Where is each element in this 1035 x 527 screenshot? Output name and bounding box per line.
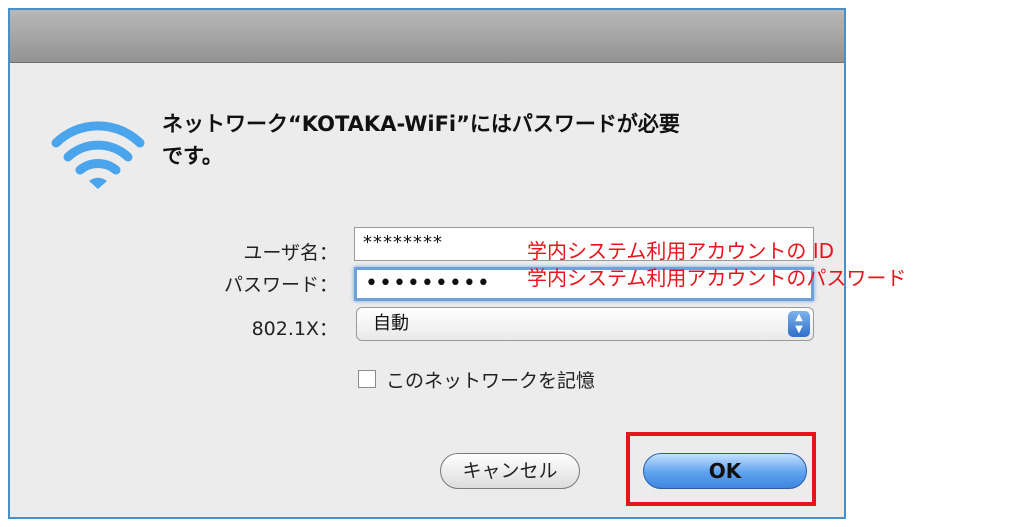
up-down-arrows-icon: ▲ ▼ [788, 311, 810, 337]
remember-network-label: このネットワークを記憶 [386, 369, 596, 392]
username-label: ユーザ名： [243, 242, 338, 264]
password-annotation: 学内システム利用アカウントのパスワード [527, 266, 907, 290]
ok-button-highlight [626, 432, 816, 506]
window-titlebar[interactable] [10, 10, 844, 63]
dot1x-selected-value: 自動 [373, 313, 409, 334]
dialog-message: ネットワーク“KOTAKA-WiFi”にはパスワードが必要 です。 [162, 112, 680, 168]
wifi-icon [51, 121, 145, 189]
password-label: パスワード： [223, 274, 338, 296]
remember-network-row[interactable]: このネットワークを記憶 [358, 366, 595, 392]
dot1x-label: 802.1X： [251, 318, 338, 340]
screenshot-canvas: ネットワーク“KOTAKA-WiFi”にはパスワードが必要 です。 ユーザ名： … [0, 0, 1035, 527]
cancel-button[interactable]: キャンセル [440, 453, 580, 489]
dot1x-select[interactable]: 自動 ▲ ▼ [356, 307, 814, 341]
username-annotation: 学内システム利用アカウントの ID [527, 239, 835, 263]
remember-network-checkbox[interactable] [358, 370, 376, 388]
